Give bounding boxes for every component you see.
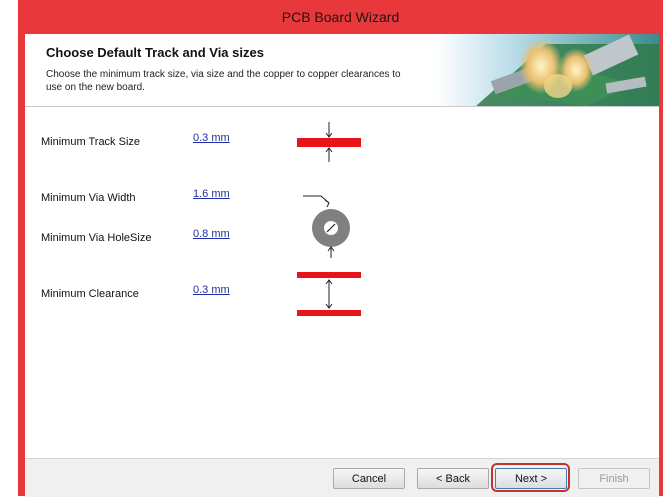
- min-via-holesize-value[interactable]: 0.8 mm: [193, 228, 230, 240]
- wizard-window: PCB Board Wizard Choose Default Track an…: [18, 0, 663, 497]
- min-track-size-value[interactable]: 0.3 mm: [193, 132, 230, 144]
- min-via-width-label: Minimum Via Width: [41, 192, 136, 204]
- back-button[interactable]: < Back: [417, 468, 489, 489]
- via-diagram: [303, 195, 350, 258]
- pcb-banner-image: [436, 34, 659, 106]
- page-title: Choose Default Track and Via sizes: [46, 45, 264, 60]
- cancel-button[interactable]: Cancel: [333, 468, 405, 489]
- window-title: PCB Board Wizard: [281, 9, 400, 25]
- min-via-holesize-label: Minimum Via HoleSize: [41, 232, 152, 244]
- page-description: Choose the minimum track size, via size …: [46, 69, 401, 93]
- clearance-diagram: [297, 272, 361, 316]
- min-clearance-value[interactable]: 0.3 mm: [193, 284, 230, 296]
- wizard-client-area: Choose Default Track and Via sizes Choos…: [25, 34, 659, 497]
- next-button[interactable]: Next >: [495, 468, 567, 489]
- track-size-diagram: [297, 122, 361, 162]
- min-clearance-label: Minimum Clearance: [41, 288, 139, 300]
- finish-button[interactable]: Finish: [578, 468, 650, 489]
- min-track-size-label: Minimum Track Size: [41, 136, 141, 148]
- min-via-width-value[interactable]: 1.6 mm: [193, 188, 230, 200]
- wizard-button-bar: Cancel < Back Next > Finish: [25, 458, 659, 497]
- wizard-header: Choose Default Track and Via sizes Choos…: [25, 34, 659, 107]
